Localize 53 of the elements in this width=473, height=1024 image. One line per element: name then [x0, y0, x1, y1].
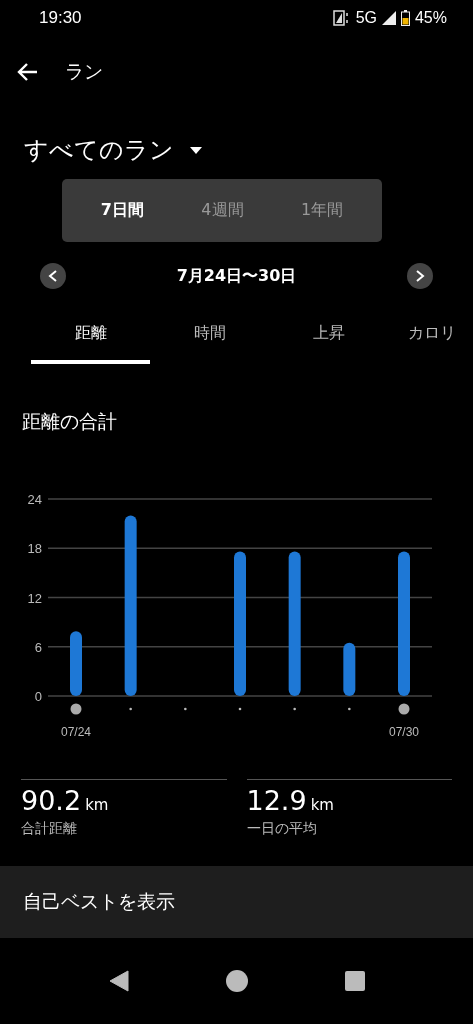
next-button[interactable]	[407, 263, 433, 289]
clock-time: 19:30	[39, 8, 82, 28]
metric-tab[interactable]: 距離	[31, 314, 150, 364]
chevron-left-icon	[48, 270, 58, 282]
dropdown-caret-icon	[190, 146, 202, 154]
run-filter-dropdown[interactable]: すべてのラン	[24, 130, 202, 170]
day-marker-dot	[238, 707, 242, 711]
day-marker-dot	[129, 707, 132, 711]
screen-title: ラン	[65, 59, 103, 84]
date-range: 7月24日〜30日	[176, 265, 297, 287]
period-option[interactable]: 4週間	[193, 190, 252, 231]
battery-icon	[400, 10, 410, 26]
day-marker-dot	[184, 707, 187, 711]
day-marker-dot	[348, 707, 351, 711]
screen-rotate-icon	[332, 10, 351, 26]
home-circle-icon	[225, 970, 248, 992]
axis-tick-label: 12	[27, 590, 42, 606]
axis-tick-label: 07/24	[61, 725, 91, 739]
metric-tab[interactable]: 上昇	[269, 314, 388, 364]
day-marker-dot	[398, 703, 410, 715]
axis-tick-label: 6	[34, 639, 42, 655]
day-marker-dot	[293, 707, 296, 711]
chart-bar[interactable]	[234, 551, 246, 696]
chart-bar[interactable]	[343, 642, 356, 696]
network-type: 5G	[355, 9, 377, 27]
metric-tab[interactable]: 時間	[150, 314, 269, 364]
chart-bar[interactable]	[124, 515, 137, 696]
back-arrow-icon	[16, 62, 38, 82]
section-title: 距離の合計	[22, 409, 118, 434]
recents-square-icon	[344, 971, 365, 991]
back-triangle-icon	[108, 970, 129, 992]
chevron-right-icon	[415, 270, 425, 282]
axis-tick-label: 07/30	[389, 725, 419, 739]
stat-unit: km	[85, 796, 109, 814]
stat-label: 合計距離	[21, 820, 78, 838]
chart-bar[interactable]	[288, 551, 301, 696]
period-option[interactable]: 1年間	[293, 190, 352, 231]
previous-button[interactable]	[40, 263, 66, 289]
metric-tab[interactable]: カロリ	[388, 314, 473, 364]
period-option[interactable]: 7日間	[92, 190, 152, 231]
day-marker-dot	[70, 703, 82, 715]
stat-value: 90.2	[21, 785, 82, 816]
stat-unit: km	[310, 796, 334, 814]
axis-tick-label: 18	[27, 541, 42, 557]
battery-percent: 45%	[414, 9, 447, 27]
axis-tick-label: 24	[27, 492, 42, 507]
axis-tick-label: 0	[34, 689, 42, 704]
personal-best-button[interactable]: 自己ベストを表示	[0, 866, 473, 938]
stat-value: 12.9	[246, 785, 307, 816]
chart-bar[interactable]	[398, 551, 410, 696]
signal-icon	[381, 11, 396, 25]
stat-label: 一日の平均	[246, 820, 318, 838]
chart-bar[interactable]	[70, 631, 82, 696]
